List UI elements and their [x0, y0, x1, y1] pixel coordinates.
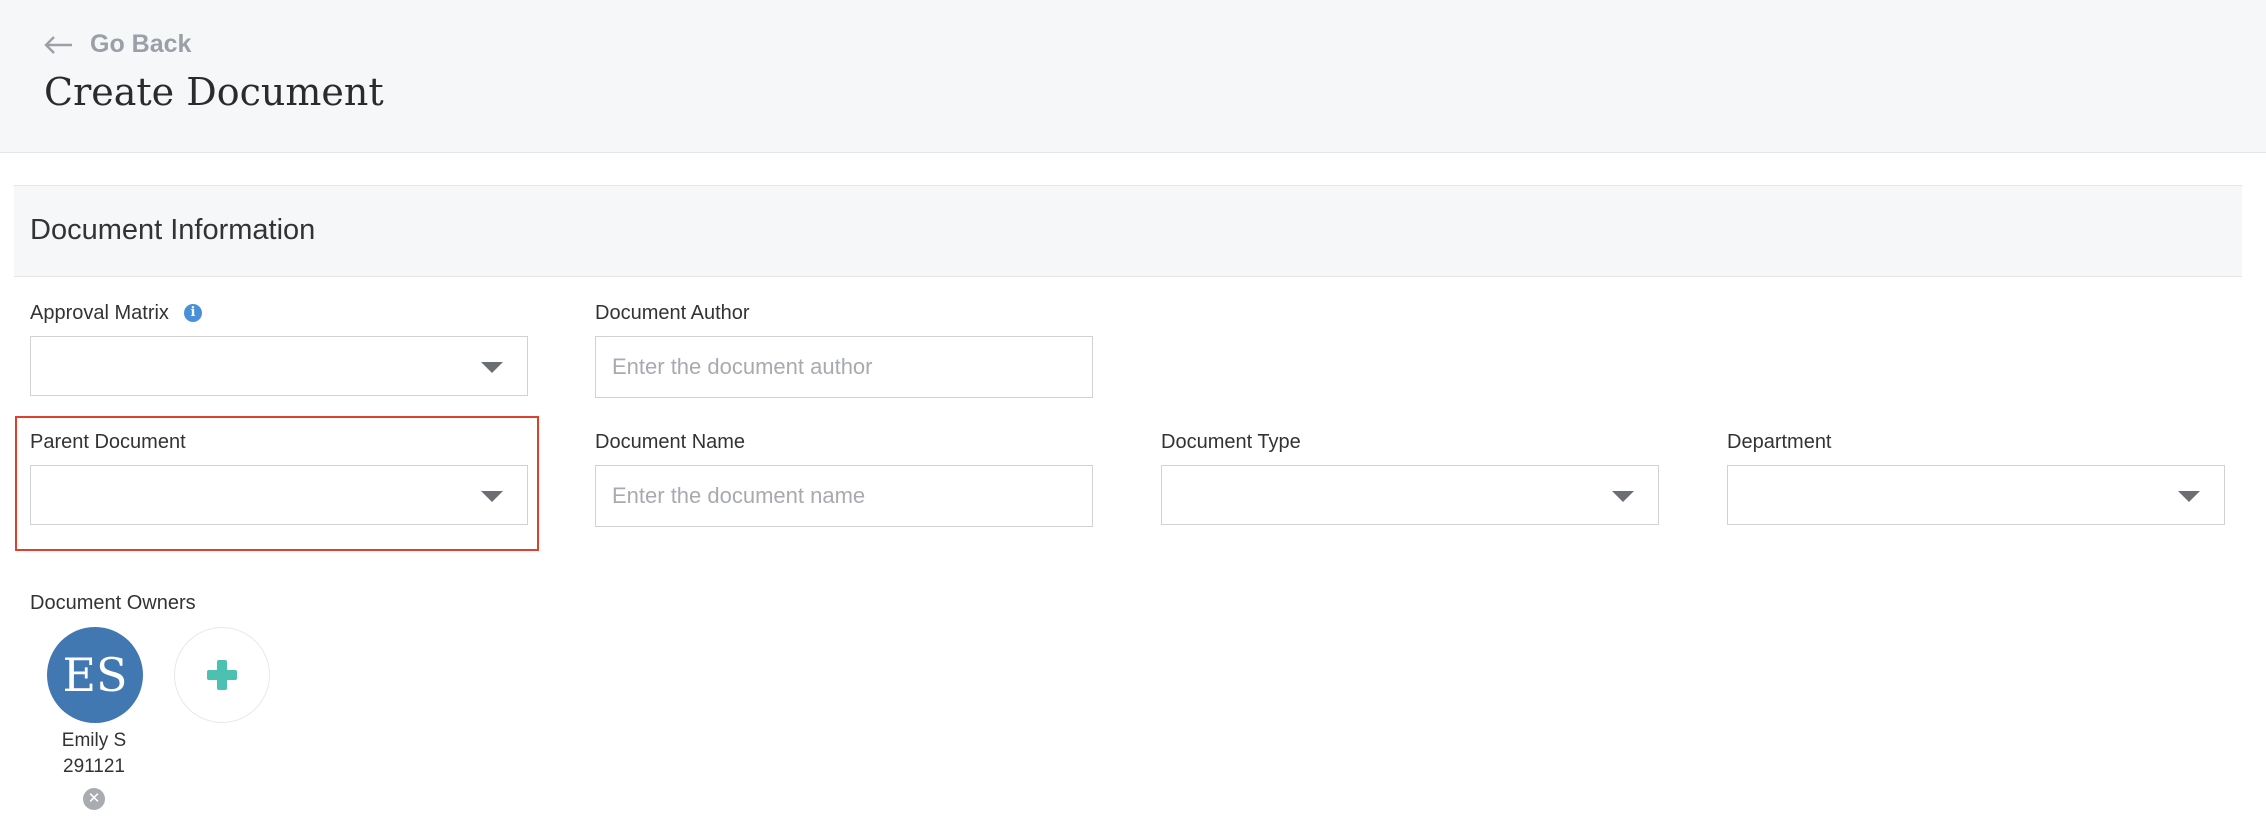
page-title: Create Document [44, 70, 384, 114]
approval-matrix-select[interactable] [30, 336, 528, 396]
document-type-select[interactable] [1161, 465, 1659, 525]
parent-document-label: Parent Document [30, 431, 186, 453]
approval-matrix-label: Approval Matrix [30, 302, 169, 324]
department-select[interactable] [1727, 465, 2225, 525]
department-label: Department [1727, 431, 1832, 453]
owner-id: 291121 [63, 756, 125, 777]
info-icon[interactable]: i [184, 304, 202, 322]
remove-owner-icon[interactable]: ✕ [83, 788, 105, 810]
chevron-down-icon [1612, 491, 1634, 502]
document-author-field [595, 336, 1093, 398]
document-name-field [595, 465, 1093, 527]
document-owners-label: Document Owners [30, 592, 196, 614]
arrow-left-icon [44, 35, 72, 54]
section-title: Document Information [30, 214, 316, 246]
owner-name: Emily S [61, 730, 127, 751]
parent-document-select[interactable] [30, 465, 528, 525]
avatar: ES [47, 627, 143, 723]
document-name-label: Document Name [595, 431, 746, 453]
chevron-down-icon [481, 491, 503, 502]
document-author-input[interactable] [596, 337, 1092, 397]
document-type-label: Document Type [1161, 431, 1301, 453]
document-name-input[interactable] [596, 466, 1092, 526]
add-owner-button[interactable] [174, 627, 270, 723]
document-author-label: Document Author [595, 302, 750, 324]
plus-icon [207, 670, 237, 680]
section-header: Document Information [14, 185, 2242, 277]
go-back-link[interactable]: Go Back [44, 30, 191, 59]
chevron-down-icon [481, 362, 503, 373]
go-back-label: Go Back [90, 30, 192, 58]
page-header: Go Back Create Document [0, 0, 2266, 153]
chevron-down-icon [2178, 491, 2200, 502]
